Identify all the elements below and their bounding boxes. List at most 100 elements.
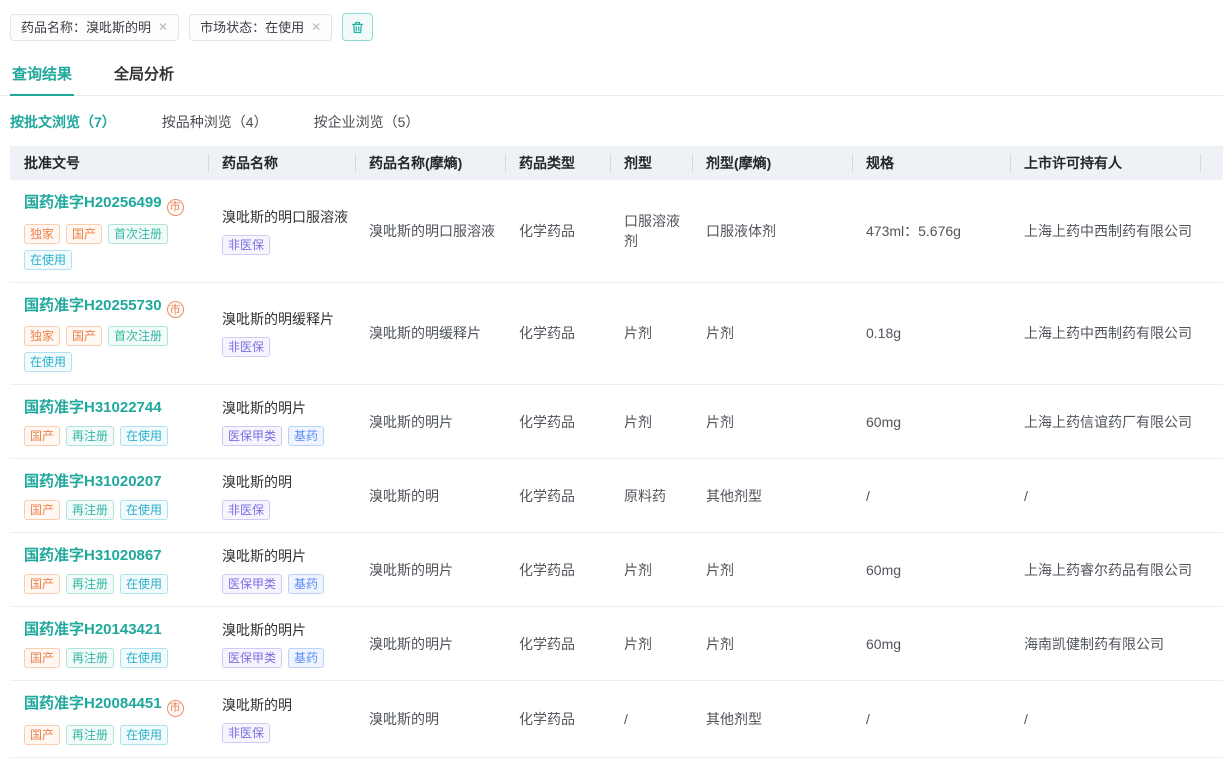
status-tag: 医保甲类	[222, 574, 282, 594]
filter-tag-label: 药品名称：溴吡斯的明	[21, 19, 151, 36]
cell-spec: 60mg	[852, 607, 1010, 681]
cell-drug-type: 化学药品	[505, 533, 610, 607]
drug-name-tags: 医保甲类基药	[222, 574, 349, 594]
status-tag: 国产	[24, 500, 60, 520]
approval-link[interactable]: 国药准字H31020867	[24, 547, 162, 564]
approval-link[interactable]: 国药准字H20143421	[24, 621, 162, 638]
approval-tags: 国产再注册在使用	[24, 648, 202, 668]
cell-drug-name: 溴吡斯的明片 医保甲类基药	[208, 533, 355, 607]
drug-name-tags: 医保甲类基药	[222, 426, 349, 446]
approval-tags: 国产再注册在使用	[24, 574, 202, 594]
status-tag: 基药	[288, 426, 324, 446]
header-drug-type: 药品类型	[505, 146, 610, 180]
header-holder: 上市许可持有人	[1010, 146, 1200, 180]
filter-bar: 药品名称：溴吡斯的明 ✕ 市场状态：在使用 ✕	[0, 0, 1223, 51]
status-tag: 在使用	[120, 574, 168, 594]
cell-holder: 上海上药信谊药厂有限公司	[1010, 385, 1200, 459]
approval-tags: 独家国产首次注册在使用	[24, 326, 202, 372]
status-tag: 国产	[24, 426, 60, 446]
status-tag: 医保甲类	[222, 426, 282, 446]
cell-drug-type: 化学药品	[505, 385, 610, 459]
status-tag: 再注册	[66, 500, 114, 520]
market-listed-icon: 市	[167, 199, 184, 216]
cell-spacer	[1200, 607, 1223, 681]
status-tag: 非医保	[222, 337, 270, 357]
status-tag: 首次注册	[108, 224, 168, 244]
cell-drug-name: 溴吡斯的明口服溶液 非医保	[208, 180, 355, 282]
approval-link[interactable]: 国药准字H31022744	[24, 399, 162, 416]
cell-approval: 国药准字H20084451市 国产再注册在使用	[10, 681, 208, 758]
drug-name: 溴吡斯的明片	[222, 398, 349, 418]
approval-link[interactable]: 国药准字H20255730	[24, 297, 162, 314]
subtab-by-approval[interactable]: 按批文浏览（7）	[10, 112, 116, 132]
cell-approval: 国药准字H20256499 市 独家国产首次注册在使用	[10, 180, 208, 282]
drug-name-tags: 非医保	[222, 500, 349, 520]
tab-query-results[interactable]: 查询结果	[10, 55, 74, 95]
cell-dosage-form: 口服溶液剂	[610, 180, 692, 282]
cell-drug-name: 溴吡斯的明片 医保甲类基药	[208, 607, 355, 681]
cell-dosage-form: 片剂	[610, 385, 692, 459]
cell-dosage-form-moentropy: 其他剂型	[692, 681, 852, 758]
approval-link[interactable]: 国药准字H31020207	[24, 473, 162, 490]
cell-drug-name: 溴吡斯的明缓释片 非医保	[208, 282, 355, 385]
approval-link[interactable]: 国药准字H20084451	[24, 695, 162, 712]
cell-dosage-form-moentropy: 片剂	[692, 607, 852, 681]
cell-spacer	[1200, 681, 1223, 758]
cell-spec: /	[852, 459, 1010, 533]
status-tag: 国产	[24, 574, 60, 594]
approval-tags: 独家国产首次注册在使用	[24, 224, 202, 270]
cell-holder: 海南凯健制药有限公司	[1010, 607, 1200, 681]
cell-dosage-form: 片剂	[610, 607, 692, 681]
status-tag: 国产	[66, 224, 102, 244]
header-drug-name-moentropy: 药品名称(摩熵)	[355, 146, 505, 180]
cell-name-moentropy: 溴吡斯的明片	[355, 607, 505, 681]
status-tag: 在使用	[120, 725, 168, 745]
filter-tag-market-status: 市场状态：在使用 ✕	[189, 14, 332, 41]
cell-spacer	[1200, 180, 1223, 282]
remove-filter-icon[interactable]: ✕	[158, 19, 168, 36]
approval-tags: 国产再注册在使用	[24, 500, 202, 520]
cell-drug-type: 化学药品	[505, 459, 610, 533]
cell-spacer	[1200, 533, 1223, 607]
status-tag: 国产	[66, 326, 102, 346]
subtabs-bar: 按批文浏览（7） 按品种浏览（4） 按企业浏览（5）	[0, 96, 1223, 146]
cell-dosage-form-moentropy: 口服液体剂	[692, 180, 852, 282]
remove-filter-icon[interactable]: ✕	[311, 19, 321, 36]
status-tag: 在使用	[24, 352, 72, 372]
cell-approval: 国药准字H31022744 国产再注册在使用	[10, 385, 208, 459]
cell-name-moentropy: 溴吡斯的明缓释片	[355, 282, 505, 385]
cell-dosage-form: 原料药	[610, 459, 692, 533]
subtab-by-enterprise[interactable]: 按企业浏览（5）	[314, 112, 420, 132]
tab-global-analysis[interactable]: 全局分析	[112, 55, 176, 95]
cell-approval: 国药准字H20143421 国产再注册在使用	[10, 607, 208, 681]
status-tag: 在使用	[120, 500, 168, 520]
status-tag: 基药	[288, 648, 324, 668]
drug-name: 溴吡斯的明口服溶液	[222, 207, 349, 227]
status-tag: 非医保	[222, 500, 270, 520]
cell-name-moentropy: 溴吡斯的明片	[355, 533, 505, 607]
table-row: 国药准字H20255730市 独家国产首次注册在使用 溴吡斯的明缓释片 非医保 …	[10, 282, 1223, 385]
cell-approval: 国药准字H31020867 国产再注册在使用	[10, 533, 208, 607]
tabs-bar: 查询结果 全局分析	[0, 55, 1223, 96]
status-tag: 国产	[24, 648, 60, 668]
drug-name: 溴吡斯的明	[222, 695, 349, 715]
cell-drug-type: 化学药品	[505, 282, 610, 385]
header-spec: 规格	[852, 146, 1010, 180]
clear-filters-button[interactable]	[342, 13, 373, 41]
table-row: 国药准字H31022744 国产再注册在使用 溴吡斯的明片 医保甲类基药 溴吡斯…	[10, 385, 1223, 459]
header-dosage-form: 剂型	[610, 146, 692, 180]
cell-spec: /	[852, 681, 1010, 758]
cell-spec: 0.18g	[852, 282, 1010, 385]
table-row: 国药准字H31020867 国产再注册在使用 溴吡斯的明片 医保甲类基药 溴吡斯…	[10, 533, 1223, 607]
cell-name-moentropy: 溴吡斯的明片	[355, 385, 505, 459]
cell-name-moentropy: 溴吡斯的明	[355, 681, 505, 758]
table-row: 国药准字H31020207 国产再注册在使用 溴吡斯的明 非医保 溴吡斯的明 化…	[10, 459, 1223, 533]
cell-dosage-form: 片剂	[610, 533, 692, 607]
subtab-by-variety[interactable]: 按品种浏览（4）	[162, 112, 268, 132]
cell-dosage-form: 片剂	[610, 282, 692, 385]
approval-link[interactable]: 国药准字H20256499	[24, 194, 162, 211]
status-tag: 再注册	[66, 725, 114, 745]
drug-name: 溴吡斯的明片	[222, 620, 349, 640]
cell-name-moentropy: 溴吡斯的明	[355, 459, 505, 533]
cell-drug-name: 溴吡斯的明 非医保	[208, 681, 355, 758]
